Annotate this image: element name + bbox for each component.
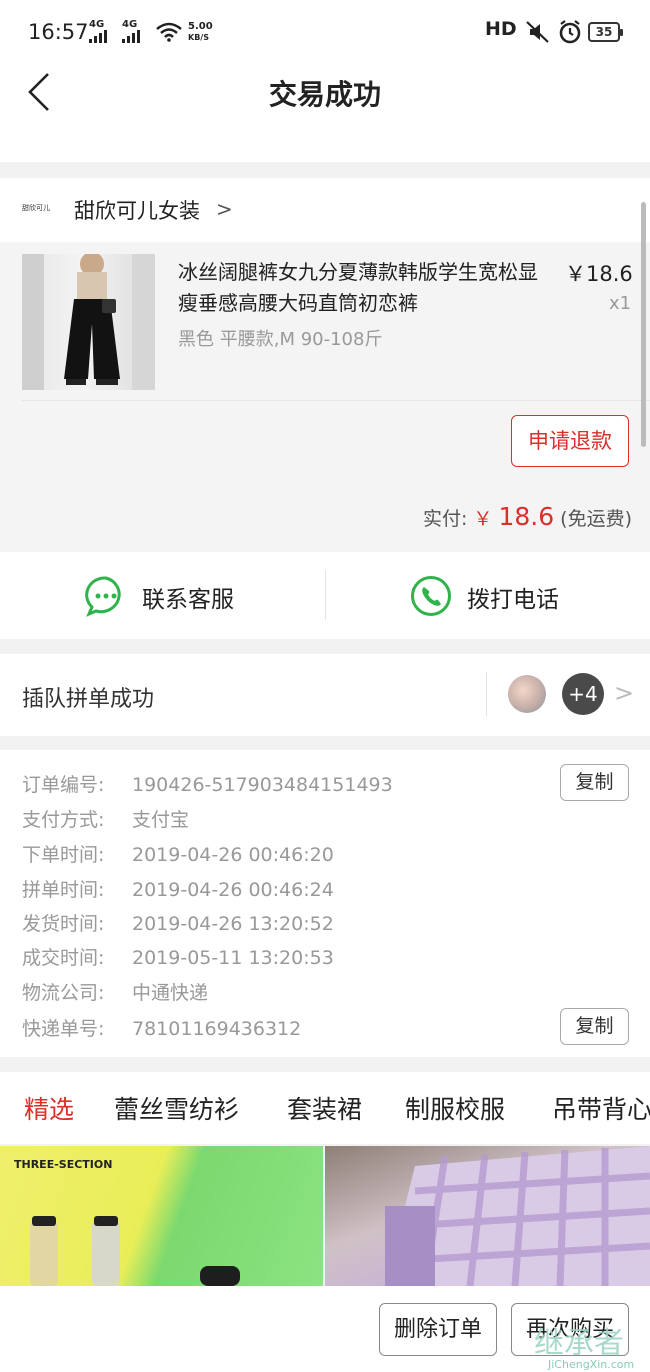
paid-currency: ￥ xyxy=(473,508,493,530)
watermark-text: 继承者 xyxy=(534,1326,624,1361)
group-time-value: 2019-04-26 00:46:24 xyxy=(132,879,334,901)
ship-time-key: 发货时间: xyxy=(22,913,105,935)
group-time-key: 拼单时间: xyxy=(22,879,105,901)
mute-icon xyxy=(526,21,549,43)
complete-time-key: 成交时间: xyxy=(22,947,105,969)
logistics-value: 中通快递 xyxy=(132,982,209,1004)
wifi-icon xyxy=(156,22,182,42)
tab-suit-dress[interactable]: 套装裙 xyxy=(287,1090,362,1126)
product-spec: 黑色 平腰款,M 90-108斤 xyxy=(178,329,383,350)
gingham-fabric-photo xyxy=(385,1146,650,1286)
order-info-row: 拼单时间: 2019-04-26 00:46:24 xyxy=(22,875,334,902)
product-image[interactable] xyxy=(22,254,155,390)
logistics-key: 物流公司: xyxy=(22,982,105,1004)
tracking-number-value: 78101169436312 xyxy=(132,1018,302,1040)
shop-logo: 甜欣可儿 xyxy=(22,204,50,212)
order-info-row: 订单编号: 190426-517903484151493 xyxy=(22,770,393,797)
product-quantity: x1 xyxy=(609,293,632,314)
paid-value: 18.6 xyxy=(498,502,555,531)
order-info-row: 支付方式: 支付宝 xyxy=(22,805,189,832)
tracking-number-key: 快递单号: xyxy=(22,1018,105,1040)
order-time-key: 下单时间: xyxy=(22,844,105,866)
tab-uniform[interactable]: 制服校服 xyxy=(405,1090,505,1126)
chevron-right-icon: > xyxy=(614,679,635,707)
avatar xyxy=(508,675,546,713)
paid-label: 实付: xyxy=(422,508,468,530)
divider xyxy=(486,672,487,716)
divider xyxy=(22,400,650,401)
order-info-row: 下单时间: 2019-04-26 00:46:20 xyxy=(22,840,334,867)
status-time: 16:57 xyxy=(28,20,89,44)
tab-featured[interactable]: 精选 xyxy=(24,1090,74,1126)
refund-button[interactable]: 申请退款 xyxy=(511,415,629,467)
chat-bubble-icon xyxy=(85,576,121,617)
shipping-note: (免运费) xyxy=(560,508,632,530)
paid-amount: 实付: ￥ 18.6 (免运费) xyxy=(423,502,632,531)
call-phone-label: 拨打电话 xyxy=(467,587,559,613)
recommended-product-tile[interactable] xyxy=(325,1146,650,1286)
more-members-badge: +4 xyxy=(562,673,604,715)
payment-method-value: 支付宝 xyxy=(132,809,190,831)
product-title[interactable]: 冰丝阔腿裤女九分夏薄款韩版学生宽松显瘦垂感高腰大码直筒初恋裤 xyxy=(178,257,548,319)
tab-lace-chiffon[interactable]: 蕾丝雪纺衫 xyxy=(114,1090,239,1126)
order-info-row: 快递单号: 78101169436312 xyxy=(22,1014,301,1041)
signal-label-2: 4G xyxy=(122,19,138,30)
battery-icon: 35 xyxy=(588,22,623,42)
order-info-row: 发货时间: 2019-04-26 13:20:52 xyxy=(22,909,334,936)
order-info-row: 成交时间: 2019-05-11 13:20:53 xyxy=(22,943,334,970)
net-speed-unit: KB/S xyxy=(188,33,209,42)
ship-time-value: 2019-04-26 13:20:52 xyxy=(132,913,334,935)
alarm-icon xyxy=(559,20,581,44)
delete-order-button[interactable]: 删除订单 xyxy=(379,1303,497,1356)
order-number-key: 订单编号: xyxy=(22,774,105,796)
net-speed-value: 5.00 xyxy=(188,21,213,32)
tile-brand-text: THREE-SECTION xyxy=(14,1158,113,1171)
product-photo-figure xyxy=(22,254,155,390)
group-status-label: 插队拼单成功 xyxy=(22,687,155,712)
complete-time-value: 2019-05-11 13:20:53 xyxy=(132,947,334,969)
order-time-value: 2019-04-26 00:46:20 xyxy=(132,844,334,866)
contact-service-label: 联系客服 xyxy=(142,587,234,613)
tab-camisole[interactable]: 吊带背心 xyxy=(552,1090,650,1126)
shop-name[interactable]: 甜欣可儿女装 xyxy=(74,195,200,225)
scrollbar[interactable] xyxy=(641,202,646,447)
signal-bars-1-icon xyxy=(89,30,107,43)
order-number-value: 190426-517903484151493 xyxy=(132,774,393,796)
copy-tracking-number-button[interactable]: 复制 xyxy=(560,1008,629,1045)
page-title: 交易成功 xyxy=(268,78,381,111)
phone-icon xyxy=(411,576,451,616)
hd-indicator: HD xyxy=(485,18,517,40)
copy-order-number-button[interactable]: 复制 xyxy=(560,764,629,801)
product-price: ￥18.6 xyxy=(565,262,633,286)
signal-bars-2-icon xyxy=(122,30,140,43)
order-info-row: 物流公司: 中通快递 xyxy=(22,978,208,1005)
chevron-right-icon: > xyxy=(216,197,233,221)
signal-label-1: 4G xyxy=(89,19,105,30)
watermark-url: JiChengXin.com xyxy=(548,1358,635,1371)
payment-method-key: 支付方式: xyxy=(22,809,105,831)
